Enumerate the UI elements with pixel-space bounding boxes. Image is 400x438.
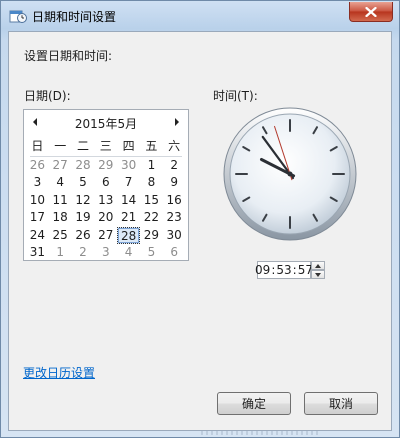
calendar-day[interactable]: 30 (117, 157, 140, 175)
spin-down-icon (315, 272, 321, 277)
calendar-week-row: 26 27 28 29 30 1 2 (26, 157, 186, 175)
calendar-day[interactable]: 21 (117, 209, 140, 227)
date-calendar[interactable]: 2015年5月 日一二三四五六 26 27 28 29 30 1 2 3 4 5 6 7 8 9 10 11 12… (23, 109, 189, 261)
weekday-header: 一 (54, 139, 67, 153)
ok-button[interactable]: 确定 (217, 392, 291, 415)
calendar-day[interactable]: 29 (140, 227, 163, 245)
calendar-day[interactable]: 18 (49, 209, 72, 227)
calendar-week-row: 3456789 (26, 174, 186, 192)
calendar-day[interactable]: 14 (117, 192, 140, 210)
clock-center (287, 171, 293, 177)
close-button[interactable] (349, 2, 393, 22)
calendar-day[interactable]: 8 (140, 174, 163, 192)
calendar-day[interactable]: 5 (140, 244, 163, 262)
weekday-header: 四 (122, 139, 135, 153)
window-title: 日期和时间设置 (32, 10, 117, 24)
calendar-day[interactable]: 31 (26, 244, 49, 262)
calendar-day[interactable]: 30 (163, 227, 186, 245)
calendar-weekday-row: 日一二三四五六 (26, 138, 186, 156)
calendar-day[interactable]: 2 (72, 244, 95, 262)
time-minutes-field[interactable]: 53 (276, 263, 291, 277)
calendar-day[interactable]: 1 (49, 244, 72, 262)
time-separator: : (292, 263, 297, 277)
dialog-body: 设置日期和时间: 日期(D): 时间(T): 2015年5月 日一二三四五六 26… (8, 31, 392, 431)
calendar-header: 2015年5月 (24, 113, 188, 131)
time-label: 时间(T): (213, 89, 258, 103)
weekday-header: 日 (31, 139, 44, 153)
calendar-day[interactable]: 13 (94, 192, 117, 210)
calendar-day[interactable]: 6 (163, 244, 186, 262)
calendar-week-row: 10 11 12 13 14 15 16 (26, 192, 186, 210)
calendar-day[interactable]: 15 (140, 192, 163, 210)
time-input[interactable]: 09 : 53 : 57 (255, 261, 313, 279)
time-spinner[interactable] (311, 261, 325, 279)
window-bottom-edge (201, 431, 321, 435)
calendar-week-row: 24 25 26 27 28 29 30 (26, 226, 186, 245)
calendar-day[interactable]: 23 (163, 209, 186, 227)
calendar-day[interactable]: 3 (26, 174, 49, 192)
analog-clock (223, 107, 357, 241)
calendar-week-row: 31 1 2 3 4 5 6 (26, 244, 186, 262)
calendar-day[interactable]: 28 (72, 157, 95, 175)
date-time-settings-icon (9, 8, 27, 24)
calendar-day[interactable]: 6 (94, 174, 117, 192)
change-calendar-settings-link[interactable]: 更改日历设置 (23, 364, 95, 381)
spin-down-button[interactable] (311, 270, 325, 279)
close-icon (365, 6, 377, 17)
calendar-day[interactable]: 27 (49, 157, 72, 175)
time-hours-field[interactable]: 09 (255, 263, 270, 277)
spin-up-icon (315, 263, 321, 268)
chevron-right-icon[interactable] (172, 116, 182, 128)
calendar-grid: 日一二三四五六 26 27 28 29 30 1 2 3 4 5 6 7 8 9 10 11 12 13 14 15 16… (26, 138, 186, 262)
weekday-header: 六 (168, 139, 181, 153)
calendar-day[interactable]: 2 (163, 157, 186, 175)
calendar-day[interactable]: 7 (117, 174, 140, 192)
calendar-day[interactable]: 22 (140, 209, 163, 227)
cancel-button[interactable]: 取消 (304, 392, 378, 415)
dialog-window: 日期和时间设置 设置日期和时间: 日期(D): 时间(T): 2015年5月 日… (0, 0, 400, 438)
calendar-day[interactable]: 26 (26, 157, 49, 175)
calendar-month-label[interactable]: 2015年5月 (24, 115, 188, 132)
calendar-day[interactable]: 20 (94, 209, 117, 227)
calendar-day[interactable]: 3 (94, 244, 117, 262)
calendar-day[interactable]: 26 (72, 227, 95, 245)
calendar-day[interactable]: 24 (26, 227, 49, 245)
weekday-header: 二 (76, 139, 89, 153)
calendar-week-row: 17 18 19 20 21 22 23 (26, 209, 186, 227)
calendar-day[interactable]: 1 (140, 157, 163, 175)
page-title: 设置日期和时间: (24, 49, 113, 63)
calendar-day[interactable]: 16 (163, 192, 186, 210)
calendar-day[interactable]: 25 (49, 227, 72, 245)
calendar-day[interactable]: 10 (26, 192, 49, 210)
calendar-day[interactable]: 29 (94, 157, 117, 175)
calendar-day[interactable]: 19 (72, 209, 95, 227)
calendar-day[interactable]: 9 (163, 174, 186, 192)
calendar-day[interactable]: 4 (49, 174, 72, 192)
calendar-day[interactable]: 12 (72, 192, 95, 210)
calendar-day[interactable]: 17 (26, 209, 49, 227)
time-separator: : (271, 263, 276, 277)
calendar-day[interactable]: 11 (49, 192, 72, 210)
title-bar[interactable]: 日期和时间设置 (1, 1, 399, 31)
calendar-day[interactable]: 5 (72, 174, 95, 192)
weekday-header: 五 (145, 139, 158, 153)
spin-up-button[interactable] (311, 261, 325, 270)
calendar-day[interactable]: 27 (94, 227, 117, 245)
calendar-day[interactable]: 4 (117, 244, 140, 262)
weekday-header: 三 (99, 139, 112, 153)
calendar-day-selected[interactable]: 28 (117, 226, 140, 244)
date-label: 日期(D): (24, 89, 71, 103)
